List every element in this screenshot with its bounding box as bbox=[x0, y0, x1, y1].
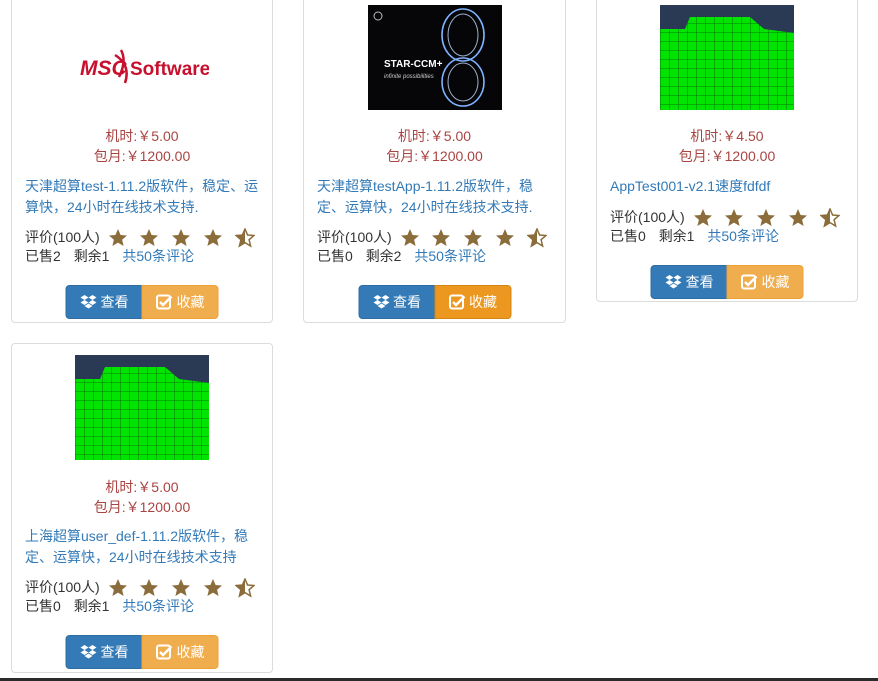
action-buttons: 查看 收藏 bbox=[65, 635, 219, 669]
product-card: STAR-CCM+ infinite possibilities 机时:￥5.0… bbox=[303, 0, 566, 323]
rating-label: 评价(100人) bbox=[610, 209, 685, 226]
view-button[interactable]: 查看 bbox=[650, 265, 728, 299]
product-title[interactable]: 上海超算user_def-1.11.2版软件，稳定、运算快，24小时在线技术支持 bbox=[25, 526, 262, 568]
product-card: 机时:￥5.00 包月:￥1200.00 上海超算user_def-1.11.2… bbox=[11, 343, 273, 673]
star-icon bbox=[140, 578, 159, 596]
product-image[interactable] bbox=[660, 5, 794, 110]
favorite-button-label: 收藏 bbox=[176, 294, 205, 310]
star-icon bbox=[693, 208, 712, 226]
reviews-link[interactable]: 共50条评论 bbox=[122, 598, 194, 614]
reviews-link[interactable]: 共50条评论 bbox=[707, 228, 779, 244]
star-rating bbox=[693, 207, 849, 228]
sales-row: 已售0 剩余2 共50条评论 bbox=[317, 246, 495, 266]
monthly-price: 包月:￥1200.00 bbox=[678, 148, 776, 164]
svg-text:STAR-CCM+: STAR-CCM+ bbox=[384, 59, 443, 70]
star-rating bbox=[108, 577, 264, 598]
dropbox-icon bbox=[80, 645, 97, 659]
product-title[interactable]: AppTest001-v2.1速度fdfdf bbox=[610, 176, 847, 197]
checkbox-icon bbox=[741, 274, 758, 290]
rating-label: 评价(100人) bbox=[25, 229, 100, 246]
star-half-icon bbox=[527, 228, 547, 247]
remaining-count: 剩余2 bbox=[365, 248, 402, 264]
star-half-icon bbox=[820, 208, 840, 227]
dropbox-icon bbox=[665, 275, 682, 289]
hourly-price: 机时:￥5.00 bbox=[397, 128, 472, 144]
star-rating bbox=[108, 227, 264, 248]
product-title[interactable]: 天津超算testApp-1.11.2版软件，稳定、运算快，24小时在线技术支持. bbox=[317, 176, 555, 218]
star-icon bbox=[496, 228, 515, 246]
monthly-price: 包月:￥1200.00 bbox=[93, 148, 191, 164]
svg-text:infinite possibilities: infinite possibilities bbox=[384, 74, 434, 80]
star-icon bbox=[204, 228, 223, 246]
sold-count: 已售0 bbox=[25, 598, 61, 614]
monthly-price: 包月:￥1200.00 bbox=[93, 499, 191, 515]
sold-count: 已售2 bbox=[25, 248, 61, 264]
star-icon bbox=[725, 208, 744, 226]
star-icon bbox=[464, 228, 483, 246]
view-button[interactable]: 查看 bbox=[65, 285, 143, 319]
star-icon bbox=[432, 228, 451, 246]
star-icon bbox=[108, 578, 127, 596]
checkbox-icon bbox=[156, 644, 173, 660]
star-icon bbox=[140, 228, 159, 246]
rating-row: 评价(100人) bbox=[610, 206, 849, 228]
star-icon bbox=[172, 578, 191, 596]
action-buttons: 查看 收藏 bbox=[65, 285, 219, 319]
remaining-count: 剩余1 bbox=[73, 248, 110, 264]
favorite-button-label: 收藏 bbox=[176, 644, 205, 660]
favorite-button[interactable]: 收藏 bbox=[434, 285, 511, 319]
product-image[interactable]: STAR-CCM+ infinite possibilities bbox=[367, 5, 502, 110]
rating-label: 评价(100人) bbox=[25, 579, 100, 596]
favorite-button-label: 收藏 bbox=[469, 294, 497, 310]
view-button[interactable]: 查看 bbox=[65, 635, 143, 669]
rating-row: 评价(100人) bbox=[317, 226, 556, 248]
rating-label: 评价(100人) bbox=[317, 229, 392, 246]
sales-row: 已售0 剩余1 共50条评论 bbox=[25, 596, 203, 616]
monthly-price: 包月:￥1200.00 bbox=[386, 148, 483, 164]
star-half-icon bbox=[235, 578, 255, 597]
sold-count: 已售0 bbox=[610, 228, 646, 244]
product-image[interactable] bbox=[75, 355, 209, 460]
hourly-price: 机时:￥5.00 bbox=[105, 128, 179, 144]
rating-row: 评价(100人) bbox=[25, 226, 264, 248]
favorite-button[interactable]: 收藏 bbox=[141, 635, 219, 669]
star-icon bbox=[204, 578, 223, 596]
star-icon bbox=[400, 228, 419, 246]
rating-row: 评价(100人) bbox=[25, 576, 264, 598]
star-icon bbox=[172, 228, 191, 246]
hourly-price: 机时:￥4.50 bbox=[690, 128, 764, 144]
favorite-button[interactable]: 收藏 bbox=[726, 265, 804, 299]
favorite-button[interactable]: 收藏 bbox=[141, 285, 219, 319]
star-half-icon bbox=[235, 228, 255, 247]
view-button-label: 查看 bbox=[685, 274, 714, 290]
star-icon bbox=[789, 208, 808, 226]
sales-row: 已售2 剩余1 共50条评论 bbox=[25, 246, 203, 266]
product-title[interactable]: 天津超算test-1.11.2版软件，稳定、运算快，24小时在线技术支持. bbox=[25, 176, 262, 218]
product-image[interactable]: MSC Software bbox=[75, 5, 209, 110]
hourly-price: 机时:￥5.00 bbox=[105, 479, 179, 495]
view-button-label: 查看 bbox=[100, 644, 129, 660]
action-buttons: 查看 收藏 bbox=[358, 285, 511, 319]
view-button[interactable]: 查看 bbox=[358, 285, 435, 319]
sold-count: 已售0 bbox=[317, 248, 353, 264]
dropbox-icon bbox=[373, 295, 389, 309]
dropbox-icon bbox=[80, 295, 97, 309]
view-button-label: 查看 bbox=[393, 294, 421, 310]
action-buttons: 查看 收藏 bbox=[650, 265, 804, 299]
remaining-count: 剩余1 bbox=[73, 598, 110, 614]
star-icon bbox=[108, 228, 127, 246]
svg-text:Software: Software bbox=[130, 59, 209, 80]
checkbox-icon bbox=[156, 294, 173, 310]
product-card: 机时:￥4.50 包月:￥1200.00 AppTest001-v2.1速度fd… bbox=[596, 0, 858, 302]
reviews-link[interactable]: 共50条评论 bbox=[122, 248, 194, 264]
favorite-button-label: 收藏 bbox=[761, 274, 790, 290]
checkbox-icon bbox=[448, 294, 465, 310]
product-card: MSC Software 机时:￥5.00 包月:￥1200.00 天津超算te… bbox=[11, 0, 273, 323]
star-rating bbox=[400, 227, 556, 248]
reviews-link[interactable]: 共50条评论 bbox=[414, 248, 486, 264]
view-button-label: 查看 bbox=[100, 294, 129, 310]
star-icon bbox=[757, 208, 776, 226]
sales-row: 已售0 剩余1 共50条评论 bbox=[610, 226, 788, 246]
remaining-count: 剩余1 bbox=[658, 228, 695, 244]
